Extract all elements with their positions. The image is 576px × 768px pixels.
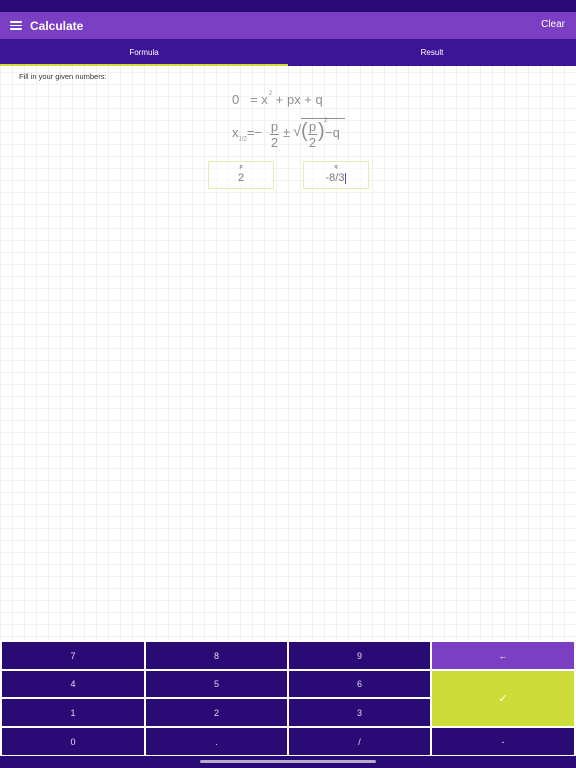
formula-minus-q: −q <box>325 125 340 140</box>
fraction-p-over-2: p 2 <box>270 119 279 150</box>
equation-exponent: 2 <box>268 90 273 97</box>
q-field-label: q <box>334 164 338 170</box>
fraction-p-over-2-inner: p 2 <box>308 119 317 150</box>
key-1[interactable]: 1 <box>2 699 144 726</box>
formula-exponent-2: 2 <box>324 118 328 124</box>
key-fraction[interactable]: / <box>289 728 430 755</box>
key-minus[interactable]: - <box>432 728 574 755</box>
instruction-text: Fill in your given numbers: <box>19 72 107 81</box>
confirm-check-icon[interactable]: ✓ <box>432 671 574 726</box>
pq-formula: x1/2=− p 2 ± √ ( p 2 ) 2 −q <box>232 118 382 152</box>
key-3[interactable]: 3 <box>289 699 430 726</box>
formula-subscript: 1/2 <box>238 136 247 143</box>
menu-icon[interactable] <box>10 21 22 30</box>
home-indicator[interactable] <box>200 760 376 763</box>
tab-result[interactable]: Result <box>288 39 576 66</box>
key-9[interactable]: 9 <box>289 642 430 669</box>
key-0[interactable]: 0 <box>2 728 144 755</box>
p-input-field[interactable]: p 2 <box>208 161 274 189</box>
keypad: 7 8 9 ← 4 5 6 ✓ 1 2 3 0 . / - <box>0 640 576 758</box>
key-decimal[interactable]: . <box>146 728 287 755</box>
app-title: Calculate <box>30 18 84 33</box>
app-bar: Calculate Clear <box>0 12 576 39</box>
key-7[interactable]: 7 <box>2 642 144 669</box>
equation-eq-x: = x <box>250 92 268 107</box>
clear-button[interactable]: Clear <box>541 19 565 30</box>
q-field-value: -8/3 <box>325 172 345 184</box>
fraction-denominator: 2 <box>270 135 279 150</box>
key-5[interactable]: 5 <box>146 671 287 697</box>
sqrt-icon: √ <box>293 123 302 140</box>
status-bar <box>0 0 576 12</box>
fraction-numerator: p <box>270 119 279 134</box>
backspace-icon[interactable]: ← <box>432 642 574 669</box>
tab-bar: Formula Result <box>0 39 576 66</box>
q-input-field[interactable]: q -8/3 <box>303 161 369 189</box>
quadratic-equation: 0 = x2 + px + q <box>232 90 323 107</box>
text-caret <box>345 172 347 184</box>
formula-eq: =− <box>246 125 263 140</box>
p-field-value: 2 <box>237 172 245 184</box>
key-6[interactable]: 6 <box>289 671 430 697</box>
key-8[interactable]: 8 <box>146 642 287 669</box>
p-field-label: p <box>239 164 243 170</box>
key-2[interactable]: 2 <box>146 699 287 726</box>
plus-minus: ± <box>283 125 291 140</box>
equation-rest: + px + q <box>275 92 323 107</box>
equation-lhs: 0 <box>232 92 240 107</box>
tab-formula[interactable]: Formula <box>0 39 288 66</box>
key-4[interactable]: 4 <box>2 671 144 697</box>
